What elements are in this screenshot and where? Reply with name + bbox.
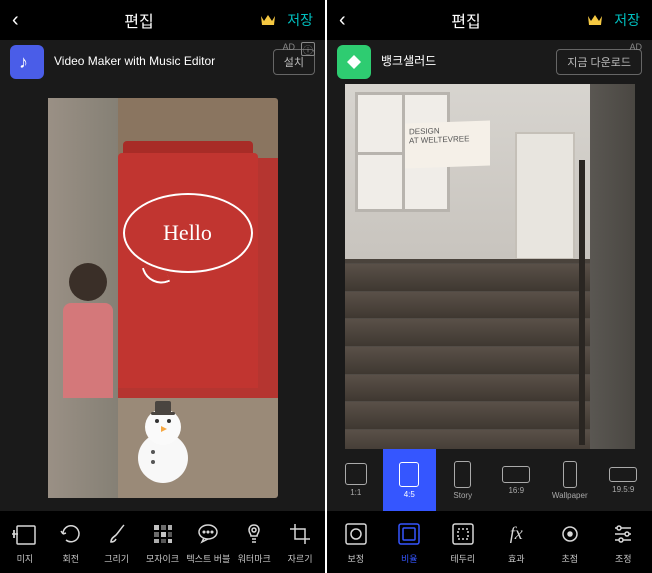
focus-icon bbox=[556, 520, 584, 548]
ratio-Wallpaper[interactable]: Wallpaper bbox=[543, 449, 597, 511]
ad-banner[interactable]: AD ⓘ Video Maker with Music Editor 설치 bbox=[0, 40, 325, 84]
tool-watermark[interactable]: 워터마크 bbox=[231, 511, 277, 573]
ratio-selector: 1:1 4:5 Story 16:9 Wallpaper 19.5:9 bbox=[327, 449, 652, 511]
crown-icon[interactable] bbox=[586, 12, 604, 28]
ad-download-button[interactable]: 지금 다운로드 bbox=[556, 49, 642, 75]
ad-label: AD bbox=[629, 42, 642, 52]
tool-mosaic[interactable]: 모자이크 bbox=[140, 511, 186, 573]
rotate-icon bbox=[57, 520, 85, 548]
ad-close-icon[interactable]: ⓘ bbox=[301, 42, 315, 56]
image-plus-icon bbox=[11, 520, 39, 548]
watermark-icon bbox=[240, 520, 268, 548]
sign-plaque: DESIGN AT WELTEVREE bbox=[405, 120, 490, 168]
ratio-1-1[interactable]: 1:1 bbox=[329, 449, 383, 511]
page-title: 편집 bbox=[451, 8, 480, 32]
ratio-preview-icon bbox=[454, 461, 471, 488]
ad-text: Video Maker with Music Editor bbox=[54, 54, 263, 70]
adjust-icon bbox=[342, 520, 370, 548]
header-right: 저장 bbox=[259, 10, 313, 30]
ratio-label: 16:9 bbox=[508, 486, 524, 495]
ratio-preview-icon bbox=[563, 461, 577, 488]
header-right: 저장 bbox=[586, 10, 640, 30]
ratio-19-5-9[interactable]: 19.5:9 bbox=[597, 449, 651, 511]
photo-content: Hello bbox=[48, 98, 278, 498]
back-icon[interactable]: ‹ bbox=[339, 9, 346, 32]
ratio-preview-icon bbox=[345, 463, 367, 485]
ad-app-icon bbox=[337, 45, 371, 79]
bottom-toolbar: 미지 회전 그리기 모자이크 텍스트 버블 워터마크 자르기 bbox=[0, 511, 325, 573]
border-icon bbox=[449, 520, 477, 548]
back-icon[interactable]: ‹ bbox=[12, 9, 19, 32]
speech-bubble-sticker[interactable]: Hello bbox=[123, 193, 253, 273]
save-button[interactable]: 저장 bbox=[614, 10, 640, 30]
header: ‹ 편집 저장 bbox=[0, 0, 325, 40]
photo-canvas[interactable]: Hello bbox=[0, 84, 325, 511]
ad-app-icon bbox=[10, 45, 44, 79]
fx-icon: fx bbox=[502, 520, 530, 548]
ratio-16-9[interactable]: 16:9 bbox=[490, 449, 544, 511]
phone-right: ‹ 편집 저장 AD 뱅크샐러드 지금 다운로드 DESIGN AT WELTE… bbox=[327, 0, 652, 573]
sliders-icon bbox=[609, 520, 637, 548]
snowman-sticker[interactable] bbox=[128, 398, 198, 483]
ratio-preview-icon bbox=[399, 462, 419, 487]
tool-effect[interactable]: fx 효과 bbox=[490, 511, 544, 573]
tool-crop[interactable]: 자르기 bbox=[277, 511, 323, 573]
tool-tune[interactable]: 조정 bbox=[597, 511, 651, 573]
header: ‹ 편집 저장 bbox=[327, 0, 652, 40]
speech-bubble-icon bbox=[194, 520, 222, 548]
tool-text-bubble[interactable]: 텍스트 버블 bbox=[185, 511, 231, 573]
tool-adjust[interactable]: 보정 bbox=[329, 511, 383, 573]
photo-canvas[interactable]: DESIGN AT WELTEVREE bbox=[327, 84, 652, 449]
phone-left: ‹ 편집 저장 AD ⓘ Video Maker with Music Edit… bbox=[0, 0, 325, 573]
ratio-Story[interactable]: Story bbox=[436, 449, 490, 511]
photo-content: DESIGN AT WELTEVREE bbox=[345, 84, 635, 449]
crown-icon[interactable] bbox=[259, 12, 277, 28]
tool-image[interactable]: 미지 bbox=[2, 511, 48, 573]
ad-label: AD bbox=[282, 42, 295, 52]
ratio-label: Story bbox=[453, 491, 472, 500]
ratio-label: 1:1 bbox=[350, 488, 361, 497]
ratio-label: 19.5:9 bbox=[612, 485, 634, 494]
crop-icon bbox=[286, 520, 314, 548]
ad-banner[interactable]: AD 뱅크샐러드 지금 다운로드 bbox=[327, 40, 652, 84]
ratio-preview-icon bbox=[609, 467, 637, 482]
ratio-4-5[interactable]: 4:5 bbox=[383, 449, 437, 511]
save-button[interactable]: 저장 bbox=[287, 10, 313, 30]
ratio-label: 4:5 bbox=[404, 490, 415, 499]
tool-focus[interactable]: 초점 bbox=[543, 511, 597, 573]
brush-icon bbox=[103, 520, 131, 548]
bottom-toolbar: 보정 비율 테두리 fx 효과 초점 조정 bbox=[327, 511, 652, 573]
bubble-text: Hello bbox=[163, 220, 212, 246]
ratio-icon bbox=[395, 520, 423, 548]
mosaic-icon bbox=[149, 520, 177, 548]
tool-draw[interactable]: 그리기 bbox=[94, 511, 140, 573]
tool-border[interactable]: 테두리 bbox=[436, 511, 490, 573]
ratio-preview-icon bbox=[502, 466, 530, 483]
ratio-label: Wallpaper bbox=[552, 491, 588, 500]
tool-ratio[interactable]: 비율 bbox=[383, 511, 437, 573]
tool-rotate[interactable]: 회전 bbox=[48, 511, 94, 573]
page-title: 편집 bbox=[124, 8, 153, 32]
ad-text: 뱅크샐러드 bbox=[381, 54, 546, 70]
